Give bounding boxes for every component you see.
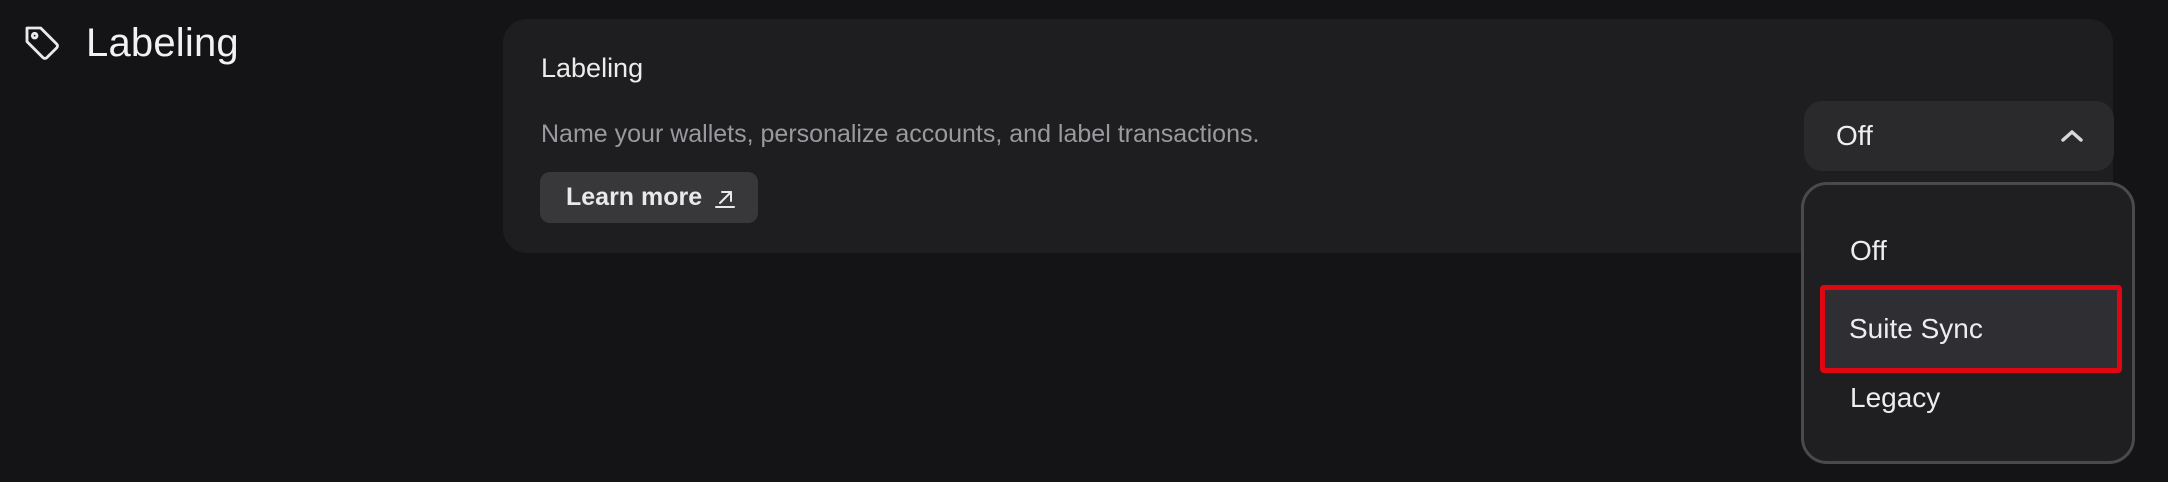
external-link-icon — [714, 187, 736, 209]
card-description: Name your wallets, personalize accounts,… — [541, 120, 1260, 148]
tag-icon — [20, 21, 64, 65]
labeling-select[interactable]: Off — [1804, 101, 2114, 171]
option-off[interactable]: Off — [1821, 215, 2121, 287]
select-value: Off — [1836, 120, 1873, 151]
option-legacy[interactable]: Legacy — [1821, 362, 2121, 434]
section-header: Labeling — [20, 18, 239, 68]
chevron-up-icon — [2058, 126, 2086, 146]
section-title: Labeling — [86, 20, 239, 65]
option-suite-sync[interactable]: Suite Sync — [1820, 285, 2122, 373]
learn-more-button[interactable]: Learn more — [540, 172, 759, 223]
select-dropdown-menu: Off Suite Sync Legacy — [1801, 182, 2135, 464]
learn-more-label: Learn more — [566, 183, 703, 211]
card-title: Labeling — [541, 53, 644, 83]
